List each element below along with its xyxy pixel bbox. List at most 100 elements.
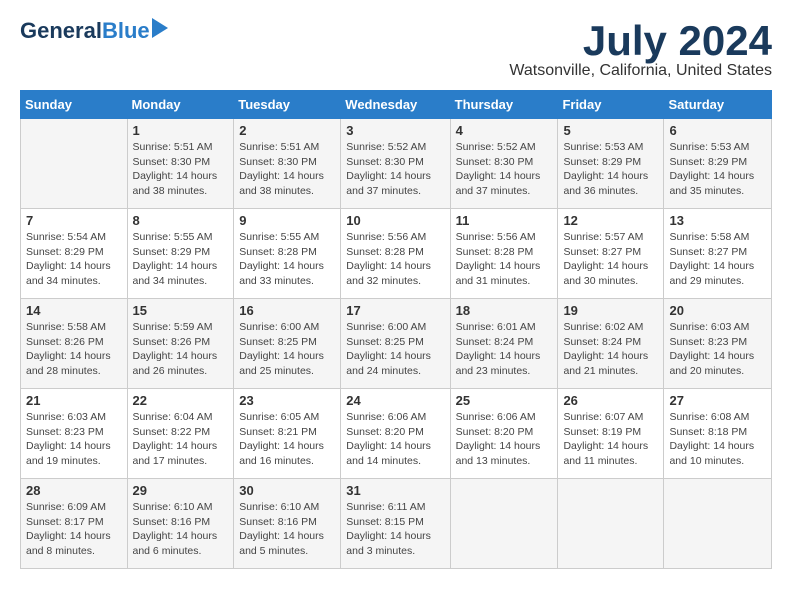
day-info: Sunrise: 6:10 AM Sunset: 8:16 PM Dayligh… xyxy=(133,500,229,559)
calendar-cell: 24 Sunrise: 6:06 AM Sunset: 8:20 PM Dayli… xyxy=(341,389,450,479)
day-number: 18 xyxy=(456,303,553,318)
day-number: 10 xyxy=(346,213,444,228)
calendar-cell: 26 Sunrise: 6:07 AM Sunset: 8:19 PM Dayli… xyxy=(558,389,664,479)
day-info: Sunrise: 6:10 AM Sunset: 8:16 PM Dayligh… xyxy=(239,500,335,559)
day-info: Sunrise: 6:06 AM Sunset: 8:20 PM Dayligh… xyxy=(346,410,444,469)
calendar-cell: 16 Sunrise: 6:00 AM Sunset: 8:25 PM Dayli… xyxy=(234,299,341,389)
day-info: Sunrise: 6:00 AM Sunset: 8:25 PM Dayligh… xyxy=(239,320,335,379)
day-number: 22 xyxy=(133,393,229,408)
day-number: 27 xyxy=(669,393,766,408)
calendar-cell xyxy=(21,119,128,209)
day-info: Sunrise: 6:09 AM Sunset: 8:17 PM Dayligh… xyxy=(26,500,122,559)
day-info: Sunrise: 5:51 AM Sunset: 8:30 PM Dayligh… xyxy=(133,140,229,199)
day-info: Sunrise: 6:08 AM Sunset: 8:18 PM Dayligh… xyxy=(669,410,766,469)
day-info: Sunrise: 5:57 AM Sunset: 8:27 PM Dayligh… xyxy=(563,230,658,289)
day-number: 4 xyxy=(456,123,553,138)
calendar-cell: 21 Sunrise: 6:03 AM Sunset: 8:23 PM Dayli… xyxy=(21,389,128,479)
day-info: Sunrise: 6:06 AM Sunset: 8:20 PM Dayligh… xyxy=(456,410,553,469)
calendar-cell xyxy=(664,479,772,569)
calendar-cell: 5 Sunrise: 5:53 AM Sunset: 8:29 PM Daylig… xyxy=(558,119,664,209)
day-number: 8 xyxy=(133,213,229,228)
day-info: Sunrise: 6:11 AM Sunset: 8:15 PM Dayligh… xyxy=(346,500,444,559)
calendar-header-row: SundayMondayTuesdayWednesdayThursdayFrid… xyxy=(21,91,772,119)
calendar-cell: 6Sunrise: 5:53 AM Sunset: 8:29 PM Daylig… xyxy=(664,119,772,209)
day-number: 3 xyxy=(346,123,444,138)
calendar-cell xyxy=(558,479,664,569)
calendar-cell: 12Sunrise: 5:57 AM Sunset: 8:27 PM Dayli… xyxy=(558,209,664,299)
logo-general: General xyxy=(20,20,102,42)
day-number: 7 xyxy=(26,213,122,228)
header-tuesday: Tuesday xyxy=(234,91,341,119)
calendar-cell: 29Sunrise: 6:10 AM Sunset: 8:16 PM Dayli… xyxy=(127,479,234,569)
day-number: 25 xyxy=(456,393,553,408)
calendar-cell: 25 Sunrise: 6:06 AM Sunset: 8:20 PM Dayli… xyxy=(450,389,558,479)
calendar-cell: 2 Sunrise: 5:51 AM Sunset: 8:30 PM Daylig… xyxy=(234,119,341,209)
calendar-cell: 20 Sunrise: 6:03 AM Sunset: 8:23 PM Dayli… xyxy=(664,299,772,389)
calendar-week-1: 1 Sunrise: 5:51 AM Sunset: 8:30 PM Daylig… xyxy=(21,119,772,209)
day-number: 9 xyxy=(239,213,335,228)
calendar-cell: 30 Sunrise: 6:10 AM Sunset: 8:16 PM Dayli… xyxy=(234,479,341,569)
day-info: Sunrise: 5:53 AM Sunset: 8:29 PM Dayligh… xyxy=(669,140,766,199)
day-number: 20 xyxy=(669,303,766,318)
calendar-cell: 18 Sunrise: 6:01 AM Sunset: 8:24 PM Dayli… xyxy=(450,299,558,389)
calendar-cell: 10 Sunrise: 5:56 AM Sunset: 8:28 PM Dayli… xyxy=(341,209,450,299)
calendar-cell: 7 Sunrise: 5:54 AM Sunset: 8:29 PM Daylig… xyxy=(21,209,128,299)
day-info: Sunrise: 6:03 AM Sunset: 8:23 PM Dayligh… xyxy=(26,410,122,469)
calendar-cell: 3 Sunrise: 5:52 AM Sunset: 8:30 PM Daylig… xyxy=(341,119,450,209)
day-info: Sunrise: 5:52 AM Sunset: 8:30 PM Dayligh… xyxy=(456,140,553,199)
day-info: Sunrise: 5:56 AM Sunset: 8:28 PM Dayligh… xyxy=(456,230,553,289)
month-title: July 2024 xyxy=(509,20,772,62)
day-info: Sunrise: 5:51 AM Sunset: 8:30 PM Dayligh… xyxy=(239,140,335,199)
calendar-cell: 13Sunrise: 5:58 AM Sunset: 8:27 PM Dayli… xyxy=(664,209,772,299)
day-number: 26 xyxy=(563,393,658,408)
page-header: General Blue July 2024 Watsonville, Cali… xyxy=(20,20,772,80)
logo-blue: Blue xyxy=(102,20,150,42)
day-info: Sunrise: 5:52 AM Sunset: 8:30 PM Dayligh… xyxy=(346,140,444,199)
calendar-cell: 19 Sunrise: 6:02 AM Sunset: 8:24 PM Dayli… xyxy=(558,299,664,389)
calendar-cell: 15Sunrise: 5:59 AM Sunset: 8:26 PM Dayli… xyxy=(127,299,234,389)
day-number: 19 xyxy=(563,303,658,318)
day-number: 21 xyxy=(26,393,122,408)
day-info: Sunrise: 5:58 AM Sunset: 8:26 PM Dayligh… xyxy=(26,320,122,379)
calendar-cell: 23Sunrise: 6:05 AM Sunset: 8:21 PM Dayli… xyxy=(234,389,341,479)
calendar-cell: 1 Sunrise: 5:51 AM Sunset: 8:30 PM Daylig… xyxy=(127,119,234,209)
title-section: July 2024 Watsonville, California, Unite… xyxy=(509,20,772,80)
day-number: 13 xyxy=(669,213,766,228)
day-info: Sunrise: 6:01 AM Sunset: 8:24 PM Dayligh… xyxy=(456,320,553,379)
day-number: 1 xyxy=(133,123,229,138)
calendar-cell: 31 Sunrise: 6:11 AM Sunset: 8:15 PM Dayli… xyxy=(341,479,450,569)
calendar-week-4: 21 Sunrise: 6:03 AM Sunset: 8:23 PM Dayli… xyxy=(21,389,772,479)
calendar-table: SundayMondayTuesdayWednesdayThursdayFrid… xyxy=(20,90,772,569)
calendar-cell: 14 Sunrise: 5:58 AM Sunset: 8:26 PM Dayli… xyxy=(21,299,128,389)
day-info: Sunrise: 5:53 AM Sunset: 8:29 PM Dayligh… xyxy=(563,140,658,199)
day-info: Sunrise: 6:05 AM Sunset: 8:21 PM Dayligh… xyxy=(239,410,335,469)
day-info: Sunrise: 6:07 AM Sunset: 8:19 PM Dayligh… xyxy=(563,410,658,469)
day-info: Sunrise: 6:03 AM Sunset: 8:23 PM Dayligh… xyxy=(669,320,766,379)
location-title: Watsonville, California, United States xyxy=(509,62,772,80)
day-info: Sunrise: 5:56 AM Sunset: 8:28 PM Dayligh… xyxy=(346,230,444,289)
day-info: Sunrise: 6:00 AM Sunset: 8:25 PM Dayligh… xyxy=(346,320,444,379)
day-number: 17 xyxy=(346,303,444,318)
header-wednesday: Wednesday xyxy=(341,91,450,119)
day-number: 15 xyxy=(133,303,229,318)
calendar-week-5: 28Sunrise: 6:09 AM Sunset: 8:17 PM Dayli… xyxy=(21,479,772,569)
header-friday: Friday xyxy=(558,91,664,119)
day-number: 2 xyxy=(239,123,335,138)
day-info: Sunrise: 5:54 AM Sunset: 8:29 PM Dayligh… xyxy=(26,230,122,289)
calendar-cell: 28Sunrise: 6:09 AM Sunset: 8:17 PM Dayli… xyxy=(21,479,128,569)
day-info: Sunrise: 6:02 AM Sunset: 8:24 PM Dayligh… xyxy=(563,320,658,379)
day-number: 30 xyxy=(239,483,335,498)
day-number: 24 xyxy=(346,393,444,408)
day-number: 5 xyxy=(563,123,658,138)
header-saturday: Saturday xyxy=(664,91,772,119)
day-number: 31 xyxy=(346,483,444,498)
day-info: Sunrise: 5:55 AM Sunset: 8:29 PM Dayligh… xyxy=(133,230,229,289)
day-number: 11 xyxy=(456,213,553,228)
calendar-cell: 9Sunrise: 5:55 AM Sunset: 8:28 PM Daylig… xyxy=(234,209,341,299)
header-monday: Monday xyxy=(127,91,234,119)
day-info: Sunrise: 6:04 AM Sunset: 8:22 PM Dayligh… xyxy=(133,410,229,469)
calendar-cell xyxy=(450,479,558,569)
day-number: 14 xyxy=(26,303,122,318)
day-number: 16 xyxy=(239,303,335,318)
calendar-cell: 8 Sunrise: 5:55 AM Sunset: 8:29 PM Daylig… xyxy=(127,209,234,299)
